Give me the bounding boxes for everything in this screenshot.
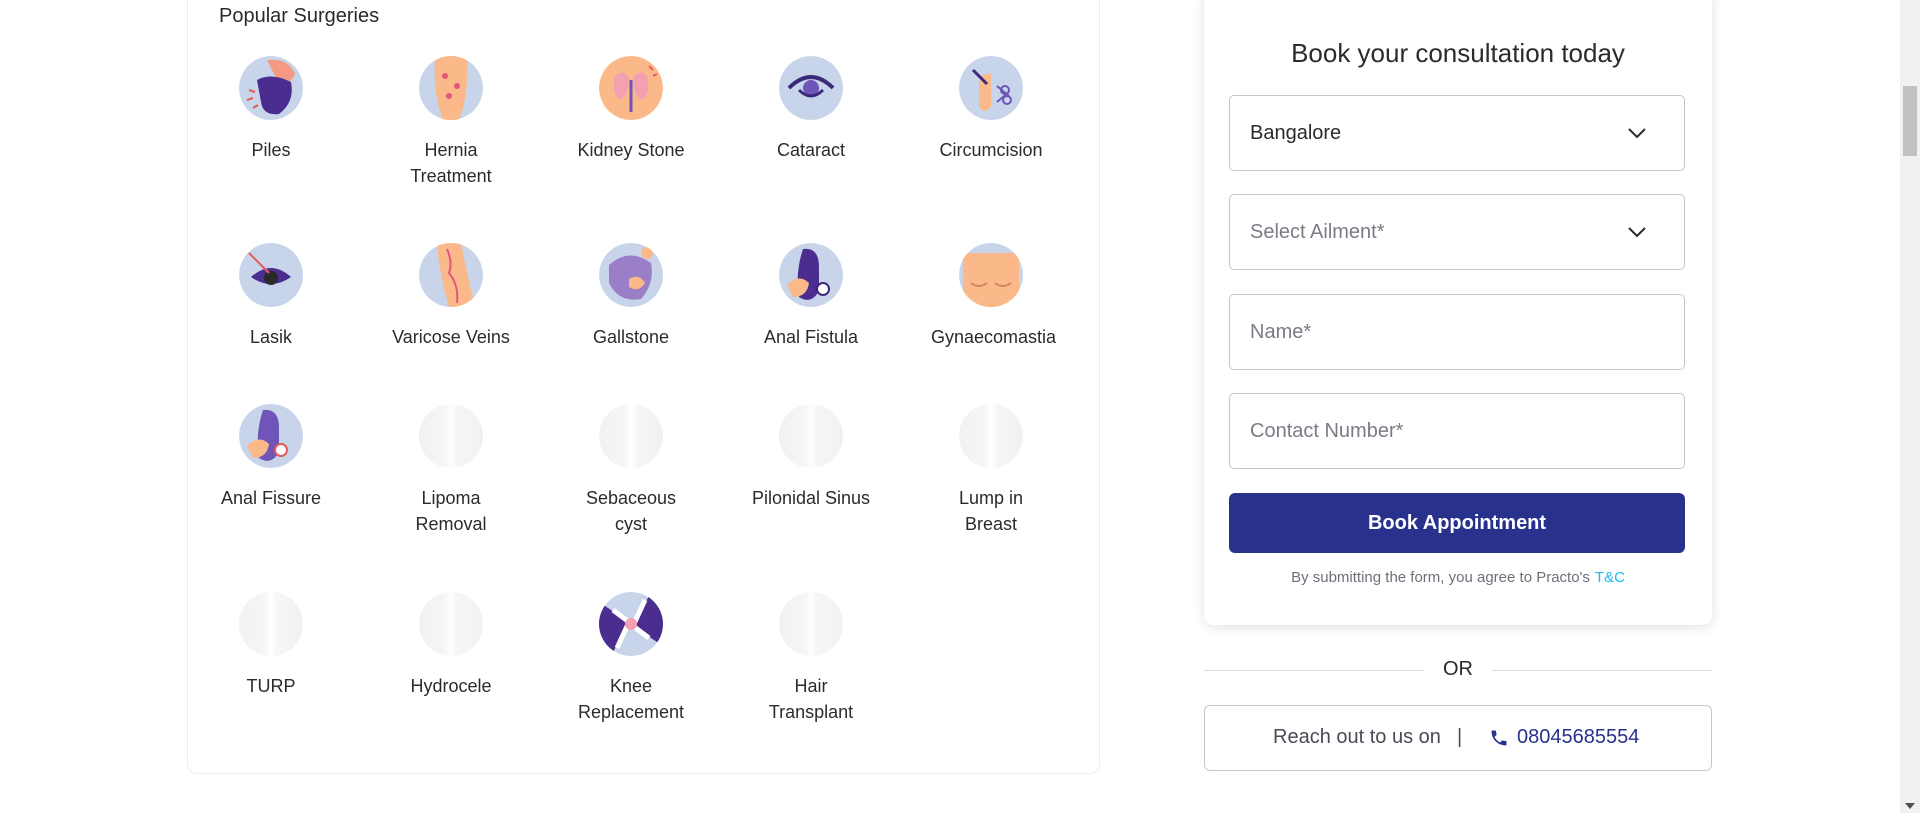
turp-icon xyxy=(239,592,303,656)
surgery-label: Hernia Treatment xyxy=(410,140,492,186)
city-select-value: Bangalore xyxy=(1250,122,1342,144)
lipoma-icon xyxy=(419,404,483,468)
surgery-item-hair-transplant[interactable]: Hair Transplant xyxy=(731,592,891,725)
name-field[interactable] xyxy=(1229,294,1685,370)
gynaecomastia-icon xyxy=(959,243,1023,307)
surgery-label: Gallstone xyxy=(592,327,670,347)
hernia-icon xyxy=(419,56,483,120)
reach-out-text: Reach out to us on xyxy=(1273,726,1441,748)
surgery-item-turp[interactable]: TURP xyxy=(191,592,351,699)
surgery-item-cataract[interactable]: Cataract xyxy=(731,56,891,163)
surgery-item-lasik[interactable]: Lasik xyxy=(191,243,351,350)
name-input[interactable] xyxy=(1230,295,1684,369)
surgery-item-sebaceous-cyst[interactable]: Sebaceous cyst xyxy=(551,404,711,537)
pilonidal-sinus-icon xyxy=(779,404,843,468)
ailment-select-placeholder: Select Ailment* xyxy=(1250,221,1385,243)
surgery-label: Pilonidal Sinus xyxy=(751,488,871,508)
piles-icon xyxy=(239,56,303,120)
surgery-item-anal-fistula[interactable]: Anal Fistula xyxy=(731,243,891,350)
separator: | xyxy=(1457,726,1463,748)
terms-notice: By submitting the form, you agree to Pra… xyxy=(1204,569,1712,586)
phone-number-link[interactable]: 08045685554 xyxy=(1517,726,1639,749)
surgery-label: Sebaceous cyst xyxy=(585,488,677,534)
surgery-label: TURP xyxy=(246,676,296,696)
or-divider: OR xyxy=(1204,658,1712,682)
contact-box: Reach out to us on | 08045685554 xyxy=(1204,705,1712,771)
knee-replacement-icon xyxy=(599,592,663,656)
hair-transplant-icon xyxy=(779,592,843,656)
scroll-down-arrow-icon[interactable] xyxy=(1905,803,1915,809)
surgery-label: Varicose Veins xyxy=(392,327,510,347)
surgery-label: Lasik xyxy=(249,327,293,347)
contact-field[interactable] xyxy=(1229,393,1685,469)
surgery-item-hydrocele[interactable]: Hydrocele xyxy=(371,592,531,699)
surgery-item-pilonidal-sinus[interactable]: Pilonidal Sinus xyxy=(731,404,891,511)
surgery-label: Hydrocele xyxy=(410,676,492,696)
gallstone-icon xyxy=(599,243,663,307)
surgery-item-hernia-treatment[interactable]: Hernia Treatment xyxy=(371,56,531,189)
terms-text: By submitting the form, you agree to Pra… xyxy=(1291,569,1590,586)
kidney-stone-icon xyxy=(599,56,663,120)
surgery-label: Anal Fissure xyxy=(220,488,322,508)
surgery-label: Circumcision xyxy=(939,140,1043,160)
surgery-item-anal-fissure[interactable]: Anal Fissure xyxy=(191,404,351,511)
section-title: Popular Surgeries xyxy=(219,5,380,27)
surgery-label: Cataract xyxy=(776,140,846,160)
surgery-item-varicose-veins[interactable]: Varicose Veins xyxy=(371,243,531,350)
chevron-down-icon xyxy=(1628,128,1646,139)
surgery-item-gallstone[interactable]: Gallstone xyxy=(551,243,711,350)
surgery-item-lump-in-breast[interactable]: Lump in Breast xyxy=(911,404,1071,537)
form-title: Book your consultation today xyxy=(1291,38,1625,68)
surgery-label: Lump in Breast xyxy=(958,488,1024,534)
sebaceous-cyst-icon xyxy=(599,404,663,468)
scrollbar-thumb[interactable] xyxy=(1903,86,1917,156)
surgery-item-knee-replacement[interactable]: Knee Replacement xyxy=(551,592,711,725)
surgery-label: Piles xyxy=(251,140,291,160)
anal-fistula-icon xyxy=(779,243,843,307)
surgery-label: Hair Transplant xyxy=(768,676,854,722)
surgery-label: Gynaecomastia xyxy=(931,327,1057,347)
surgery-item-lipoma-removal[interactable]: Lipoma Removal xyxy=(371,404,531,537)
surgery-item-gynaecomastia[interactable]: Gynaecomastia xyxy=(911,243,1071,350)
ailment-select[interactable]: Select Ailment* xyxy=(1229,194,1685,270)
hydrocele-icon xyxy=(419,592,483,656)
circumcision-icon xyxy=(959,56,1023,120)
surgery-label: Lipoma Removal xyxy=(415,488,487,534)
scrollbar[interactable] xyxy=(1900,0,1920,813)
contact-number-input[interactable] xyxy=(1230,394,1684,468)
cataract-icon xyxy=(779,56,843,120)
surgery-item-piles[interactable]: Piles xyxy=(191,56,351,163)
city-select[interactable]: Bangalore xyxy=(1229,95,1685,171)
anal-fissure-icon xyxy=(239,404,303,468)
lasik-icon xyxy=(239,243,303,307)
surgery-label: Kidney Stone xyxy=(577,140,685,160)
book-appointment-button[interactable]: Book Appointment xyxy=(1229,493,1685,553)
terms-link[interactable]: T&C xyxy=(1595,569,1625,586)
or-label: OR xyxy=(1443,658,1473,680)
chevron-down-icon xyxy=(1628,227,1646,238)
surgery-label: Anal Fistula xyxy=(763,327,859,347)
surgery-label: Knee Replacement xyxy=(577,676,685,722)
surgery-item-circumcision[interactable]: Circumcision xyxy=(911,56,1071,163)
phone-icon xyxy=(1491,730,1507,746)
varicose-veins-icon xyxy=(419,243,483,307)
lump-in-breast-icon xyxy=(959,404,1023,468)
surgery-item-kidney-stone[interactable]: Kidney Stone xyxy=(551,56,711,163)
